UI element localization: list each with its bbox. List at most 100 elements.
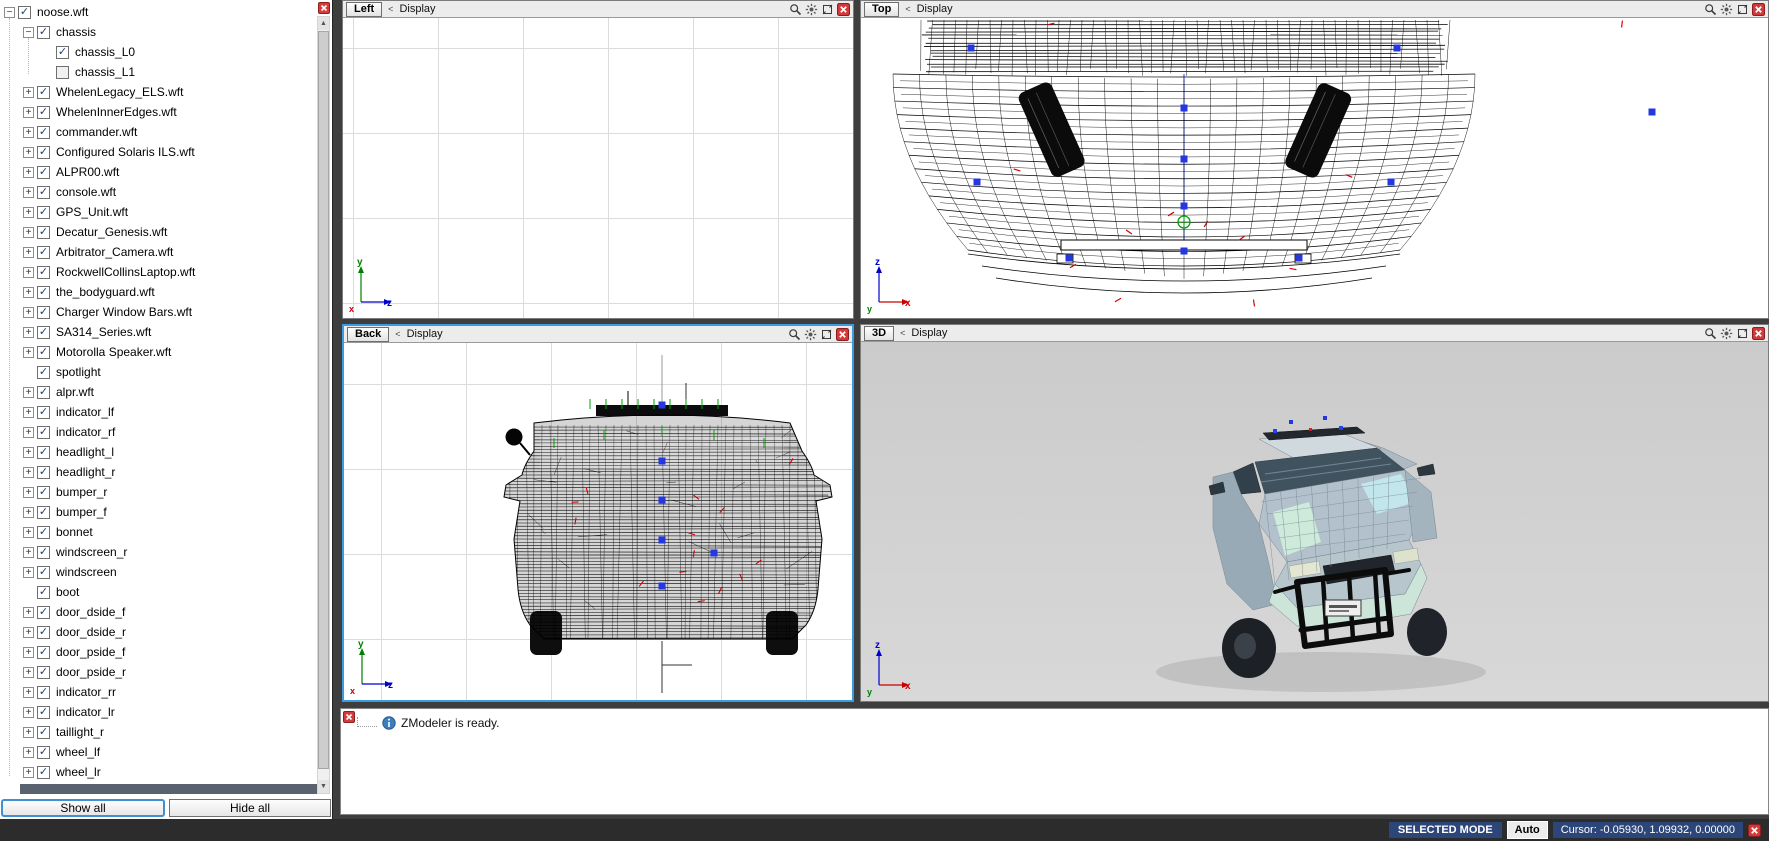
tree-item-label[interactable]: chassis_L0 [73,45,137,59]
tree-item[interactable]: + ✓ taillight_r [0,722,315,742]
tree-item[interactable]: ✓ boot [0,582,315,602]
tree-item-label[interactable]: noose.wft [35,5,90,19]
tree-item[interactable]: + ✓ indicator_lf [0,402,315,422]
expand-icon[interactable]: + [23,86,34,98]
visibility-checkbox[interactable]: ✓ [37,665,50,679]
expand-icon[interactable]: + [23,406,34,418]
tree-item-label[interactable]: indicator_lr [54,705,117,719]
expand-icon[interactable]: + [23,246,34,258]
tree-item[interactable]: + ✓ wheel_lr [0,762,315,782]
viewport-name-button[interactable]: Left [346,1,383,17]
viewport-menu-arrow[interactable]: < [387,4,394,14]
expand-icon[interactable]: + [23,486,34,498]
zoom-icon[interactable] [1704,3,1717,16]
tree-item[interactable]: + ✓ door_pside_r [0,662,315,682]
expand-icon[interactable]: + [23,526,34,538]
tree-item[interactable]: + ✓ windscreen_r [0,542,315,562]
visibility-checkbox[interactable]: ✓ [37,385,50,399]
visibility-checkbox[interactable]: ✓ [37,445,50,459]
visibility-checkbox[interactable]: ✓ [37,285,50,299]
visibility-checkbox[interactable]: ✓ [37,225,50,239]
expand-icon[interactable]: + [23,166,34,178]
close-icon[interactable] [318,2,330,14]
tree-item-label[interactable]: WhelenInnerEdges.wft [54,105,179,119]
viewport-name-button[interactable]: 3D [864,325,895,341]
expand-icon[interactable]: + [23,386,34,398]
close-icon[interactable] [343,711,355,723]
tree-item[interactable]: + ✓ Charger Window Bars.wft [0,302,315,322]
viewport-canvas[interactable]: z x y [861,342,1768,701]
render-options-icon[interactable] [1720,327,1733,340]
visibility-checkbox[interactable]: ✓ [37,405,50,419]
tree-item[interactable]: + ✓ ALPR00.wft [0,162,315,182]
tree-item[interactable]: + ✓ Motorolla Speaker.wft [0,342,315,362]
visibility-checkbox[interactable]: ✓ [37,765,50,779]
expand-icon[interactable]: + [23,346,34,358]
tree-item[interactable]: + ✓ headlight_r [0,462,315,482]
close-icon[interactable] [1752,3,1765,16]
viewport-canvas[interactable]: y z x [343,18,853,318]
tree-item[interactable]: + ✓ door_pside_f [0,642,315,662]
visibility-checkbox[interactable]: ✓ [37,345,50,359]
tree-item-label[interactable]: windscreen [54,565,119,579]
visibility-checkbox[interactable]: ✓ [37,545,50,559]
visibility-checkbox[interactable]: ✓ [37,505,50,519]
viewport-display-menu[interactable]: Display [917,3,953,15]
visibility-checkbox[interactable]: ✓ [37,185,50,199]
tree-item[interactable]: + ✓ wheel_lf [0,742,315,762]
zoom-icon[interactable] [788,328,801,341]
tree-item-label[interactable]: SA314_Series.wft [54,325,153,339]
tree-item[interactable]: chassis_L1 [0,62,315,82]
tree-item-label[interactable]: bumper_r [54,485,109,499]
scroll-down-icon[interactable]: ▼ [318,780,329,793]
close-icon[interactable] [836,328,849,341]
expand-icon[interactable]: + [23,126,34,138]
visibility-checkbox[interactable]: ✓ [37,745,50,759]
tree-item-label[interactable]: indicator_rf [54,425,117,439]
maximize-icon[interactable] [1736,327,1749,340]
zoom-icon[interactable] [789,3,802,16]
expand-icon[interactable]: + [23,686,34,698]
visibility-checkbox[interactable]: ✓ [37,625,50,639]
tree-item[interactable]: + ✓ WhelenInnerEdges.wft [0,102,315,122]
tree-item-label[interactable]: Arbitrator_Camera.wft [54,245,175,259]
visibility-checkbox[interactable]: ✓ [37,145,50,159]
tree-item-label[interactable]: indicator_rr [54,685,118,699]
expand-icon[interactable]: + [23,446,34,458]
maximize-icon[interactable] [1736,3,1749,16]
tree-item-label[interactable]: door_pside_r [54,665,128,679]
visibility-checkbox[interactable]: ✓ [56,45,69,59]
tree-item[interactable]: + ✓ bumper_r [0,482,315,502]
tree-item-label[interactable]: chassis [54,25,98,39]
visibility-checkbox[interactable]: ✓ [37,125,50,139]
auto-toggle[interactable]: Auto [1506,821,1548,839]
visibility-checkbox[interactable]: ✓ [37,525,50,539]
tree-item[interactable]: + ✓ Arbitrator_Camera.wft [0,242,315,262]
render-options-icon[interactable] [805,3,818,16]
tree-item[interactable]: + ✓ indicator_rr [0,682,315,702]
visibility-checkbox[interactable]: ✓ [37,425,50,439]
tree-item-label[interactable]: wheel_lf [54,745,102,759]
viewport-name-button[interactable]: Back [347,326,390,342]
render-options-icon[interactable] [1720,3,1733,16]
scroll-up-icon[interactable]: ▲ [318,17,329,30]
viewport-display-menu[interactable]: Display [407,328,443,340]
viewport-name-button[interactable]: Top [864,1,900,17]
tree-item[interactable]: + ✓ Configured Solaris ILS.wft [0,142,315,162]
tree-item-label[interactable]: door_dside_f [54,605,127,619]
visibility-checkbox[interactable]: ✓ [37,565,50,579]
collapse-icon[interactable]: − [4,6,15,18]
visibility-checkbox[interactable]: ✓ [37,305,50,319]
viewport-canvas[interactable]: z x y [861,18,1768,318]
expand-icon[interactable]: + [23,266,34,278]
expand-icon[interactable]: + [23,306,34,318]
visibility-checkbox[interactable]: ✓ [37,205,50,219]
expand-icon[interactable]: + [23,186,34,198]
visibility-checkbox[interactable]: ✓ [37,325,50,339]
visibility-checkbox[interactable]: ✓ [37,365,50,379]
tree-item[interactable]: ✓ spotlight [0,362,315,382]
viewport-display-menu[interactable]: Display [911,327,947,339]
visibility-checkbox[interactable]: ✓ [37,725,50,739]
tree-item-label[interactable]: GPS_Unit.wft [54,205,130,219]
viewport-canvas[interactable]: y z x [344,343,852,700]
